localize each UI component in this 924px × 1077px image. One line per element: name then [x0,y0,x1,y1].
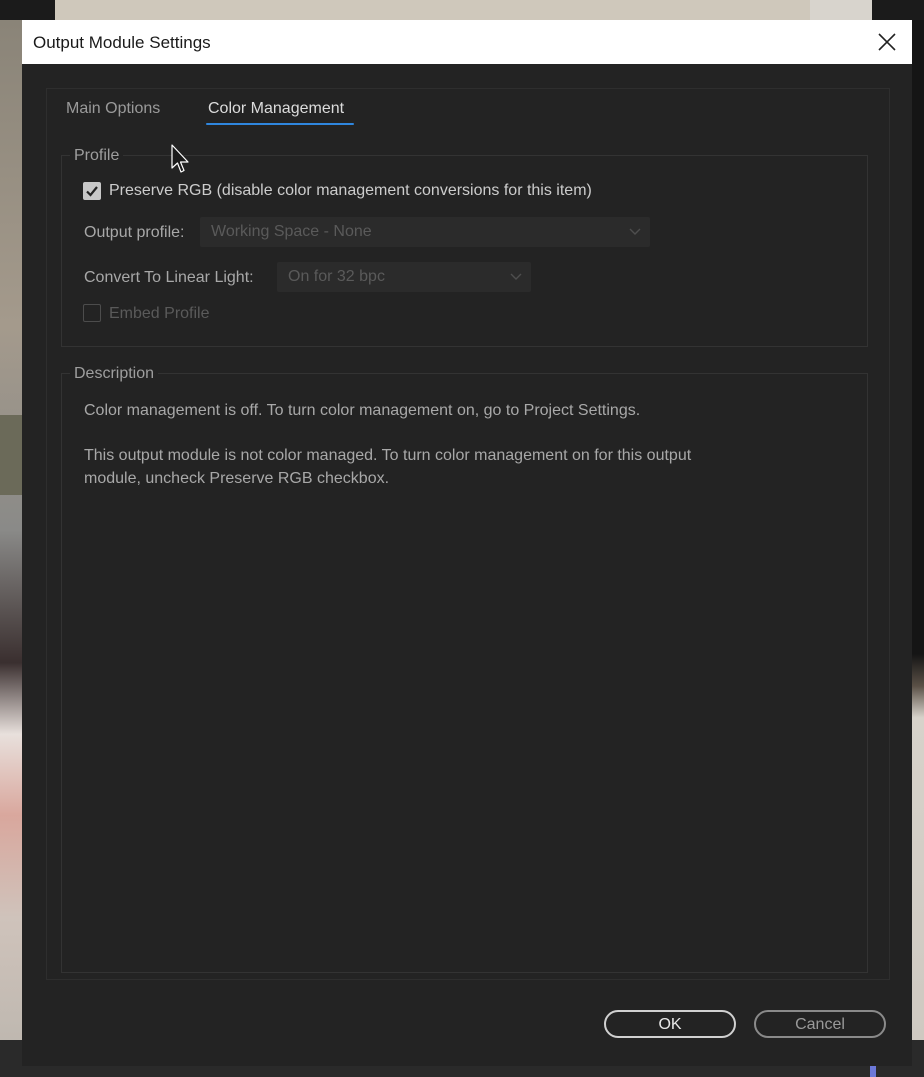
output-profile-label: Output profile: [84,224,185,241]
linear-light-label: Convert To Linear Light: [84,269,254,286]
background-app-top [55,0,810,20]
profile-group-label: Profile [70,147,124,165]
tab-main-options[interactable]: Main Options [66,100,160,118]
background-app-right [912,20,924,1077]
output-profile-value: Working Space - None [211,223,372,240]
description-text-1: Color management is off. To turn color m… [84,402,641,419]
output-module-settings-dialog: Output Module Settings Main Options Colo… [22,20,912,1066]
background-app-left [0,20,22,1040]
dialog-titlebar: Output Module Settings [22,20,912,64]
checkmark-icon [86,186,98,197]
output-profile-dropdown[interactable]: Working Space - None [200,217,650,247]
embed-profile-label: Embed Profile [109,305,210,322]
background-app-left-shelf [0,415,22,495]
mouse-cursor-icon [171,144,189,173]
description-group-label: Description [70,365,159,383]
close-icon [878,33,896,51]
chevron-down-icon [510,273,522,280]
linear-light-value: On for 32 bpc [288,268,385,285]
chevron-down-icon [629,228,641,235]
ok-button[interactable]: OK [604,1010,736,1038]
description-text-2: This output module is not color managed.… [84,447,692,487]
linear-light-dropdown[interactable]: On for 32 bpc [277,262,531,292]
active-tab-indicator [206,123,354,125]
background-app-top-right [810,0,872,20]
preserve-rgb-checkbox[interactable] [83,182,101,200]
cancel-button[interactable]: Cancel [754,1010,886,1038]
dialog-title: Output Module Settings [33,33,211,52]
close-button[interactable] [862,20,912,64]
tab-color-management[interactable]: Color Management [208,100,344,118]
preserve-rgb-label: Preserve RGB (disable color management c… [109,182,592,199]
embed-profile-checkbox[interactable] [83,304,101,322]
